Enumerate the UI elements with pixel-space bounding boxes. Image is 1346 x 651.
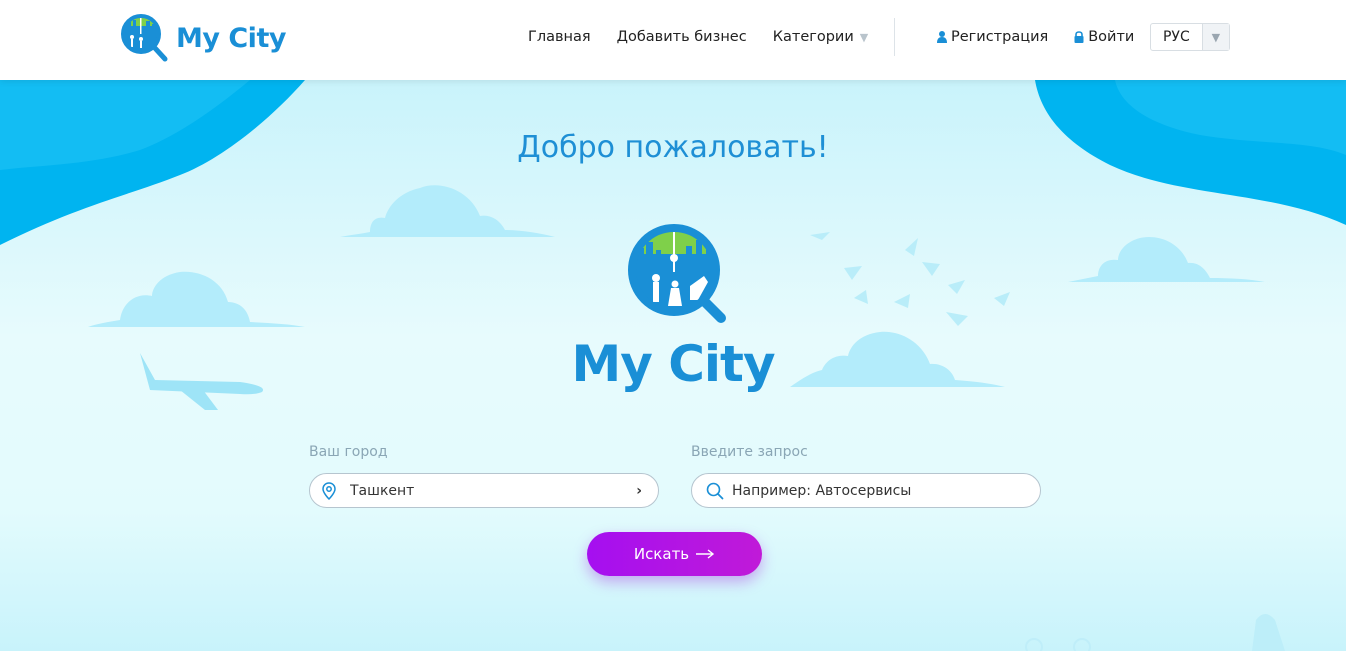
site-header: My City Главная Добавить бизнес Категори… — [0, 0, 1346, 80]
lock-icon — [1074, 31, 1084, 43]
login-label: Войти — [1088, 29, 1135, 45]
nav-categories-label: Категории — [772, 29, 854, 45]
arrow-right-icon — [696, 549, 715, 559]
language-select[interactable]: РУС ▼ — [1150, 23, 1230, 51]
query-label: Введите запрос — [691, 444, 808, 460]
my-city-logo-icon — [121, 14, 168, 62]
person-icon — [937, 31, 947, 43]
hero-section: Добро пожаловать! My City Ваш город Ташк… — [0, 80, 1346, 651]
my-city-logo-icon — [628, 224, 726, 323]
chevron-down-icon: ▼ — [859, 31, 869, 44]
register-label: Регистрация — [951, 29, 1049, 45]
welcome-heading: Добро пожаловать! — [517, 130, 829, 165]
bird-icon — [810, 232, 1010, 326]
search-button-label: Искать — [633, 545, 690, 563]
chevron-right-icon[interactable]: › — [636, 483, 642, 499]
login-link[interactable]: Войти — [1074, 29, 1134, 45]
brand-name: My City — [176, 22, 286, 54]
search-icon — [706, 482, 724, 499]
language-label: РУС — [1162, 29, 1190, 45]
city-label: Ваш город — [309, 444, 388, 460]
auth-nav: Регистрация Войти — [937, 0, 1134, 74]
city-input[interactable] — [350, 482, 637, 499]
nav-categories[interactable]: Категории ▼ — [773, 29, 869, 45]
query-field[interactable] — [691, 473, 1041, 508]
nav-divider — [894, 18, 895, 56]
brand-link[interactable]: My City — [118, 12, 286, 64]
main-nav: Главная Добавить бизнес Категории ▼ — [528, 0, 868, 74]
search-button[interactable]: Искать — [587, 532, 762, 576]
register-link[interactable]: Регистрация — [937, 29, 1048, 45]
city-field[interactable]: › — [309, 473, 659, 508]
nav-add-business[interactable]: Добавить бизнес — [617, 29, 747, 45]
map-pin-icon — [322, 481, 336, 500]
chevron-down-icon: ▼ — [1201, 24, 1229, 50]
hero-logo-title: My City — [571, 335, 775, 393]
query-input[interactable] — [732, 482, 1040, 499]
nav-home[interactable]: Главная — [528, 29, 591, 45]
